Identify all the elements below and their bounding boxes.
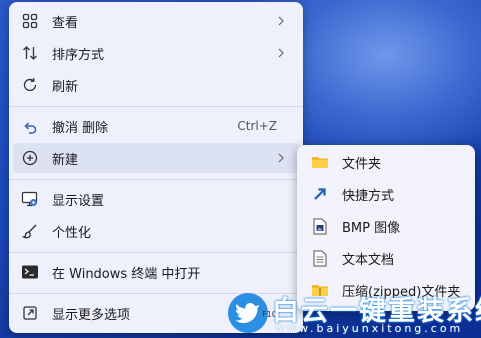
more-options-icon [20, 303, 40, 323]
menu-item-sort-by[interactable]: 排序方式 [13, 38, 299, 68]
menu-item-display-settings[interactable]: 显示设置 [13, 184, 299, 214]
shortcut-icon [310, 184, 330, 204]
menu-item-personalize[interactable]: 个性化 [13, 216, 299, 246]
menu-divider [9, 106, 303, 107]
submenu-item-label: 文件夹 [342, 156, 382, 172]
menu-divider [9, 252, 303, 253]
bmp-image-icon [310, 216, 330, 236]
brush-icon [20, 221, 40, 241]
folder-icon [310, 152, 330, 172]
menu-item-label: 个性化 [52, 225, 92, 241]
menu-divider [9, 293, 303, 294]
menu-item-new[interactable]: 新建 [13, 143, 299, 173]
chevron-right-icon [278, 153, 284, 163]
menu-item-undo-delete[interactable]: 撤消 删除 Ctrl+Z [13, 111, 299, 141]
watermark-url: www.baiyunxitong.com [275, 322, 464, 335]
menu-divider [9, 179, 303, 180]
submenu-item-shortcut[interactable]: 快捷方式 [301, 179, 471, 209]
submenu-item-text-document[interactable]: 文本文档 [301, 243, 471, 273]
text-document-icon [310, 248, 330, 268]
undo-icon [20, 116, 40, 136]
menu-item-label: 排序方式 [52, 47, 105, 63]
menu-item-label: 显示设置 [52, 193, 105, 209]
sort-icon [20, 43, 40, 63]
terminal-icon [20, 262, 40, 282]
chevron-right-icon [278, 48, 284, 58]
refresh-icon [20, 75, 40, 95]
grid-icon [20, 11, 40, 31]
shortcut-text: Ctrl+Z [237, 119, 277, 133]
menu-item-refresh[interactable]: 刷新 [13, 70, 299, 100]
desktop-context-menu: 查看 排序方式 刷新 撤消 删除 Ctrl+Z 新建 显示设置 个性化 在 Wi… [9, 2, 303, 333]
menu-item-label: 查看 [52, 15, 79, 31]
menu-item-label: 刷新 [52, 79, 79, 95]
display-settings-icon [20, 189, 40, 209]
new-submenu: 文件夹 快捷方式 BMP 图像 文本文档 压缩(zipped)文件夹 [297, 145, 475, 311]
submenu-item-bmp-image[interactable]: BMP 图像 [301, 211, 471, 241]
menu-item-label: 在 Windows 终端 中打开 [52, 266, 201, 282]
submenu-item-folder[interactable]: 文件夹 [301, 147, 471, 177]
new-icon [20, 148, 40, 168]
submenu-item-label: BMP 图像 [342, 220, 401, 236]
submenu-item-label: 文本文档 [342, 252, 395, 268]
menu-item-open-in-terminal[interactable]: 在 Windows 终端 中打开 [13, 257, 299, 287]
submenu-item-label: 快捷方式 [342, 188, 395, 204]
chevron-right-icon [278, 16, 284, 26]
menu-item-label: 新建 [52, 152, 79, 168]
menu-item-view[interactable]: 查看 [13, 6, 299, 36]
